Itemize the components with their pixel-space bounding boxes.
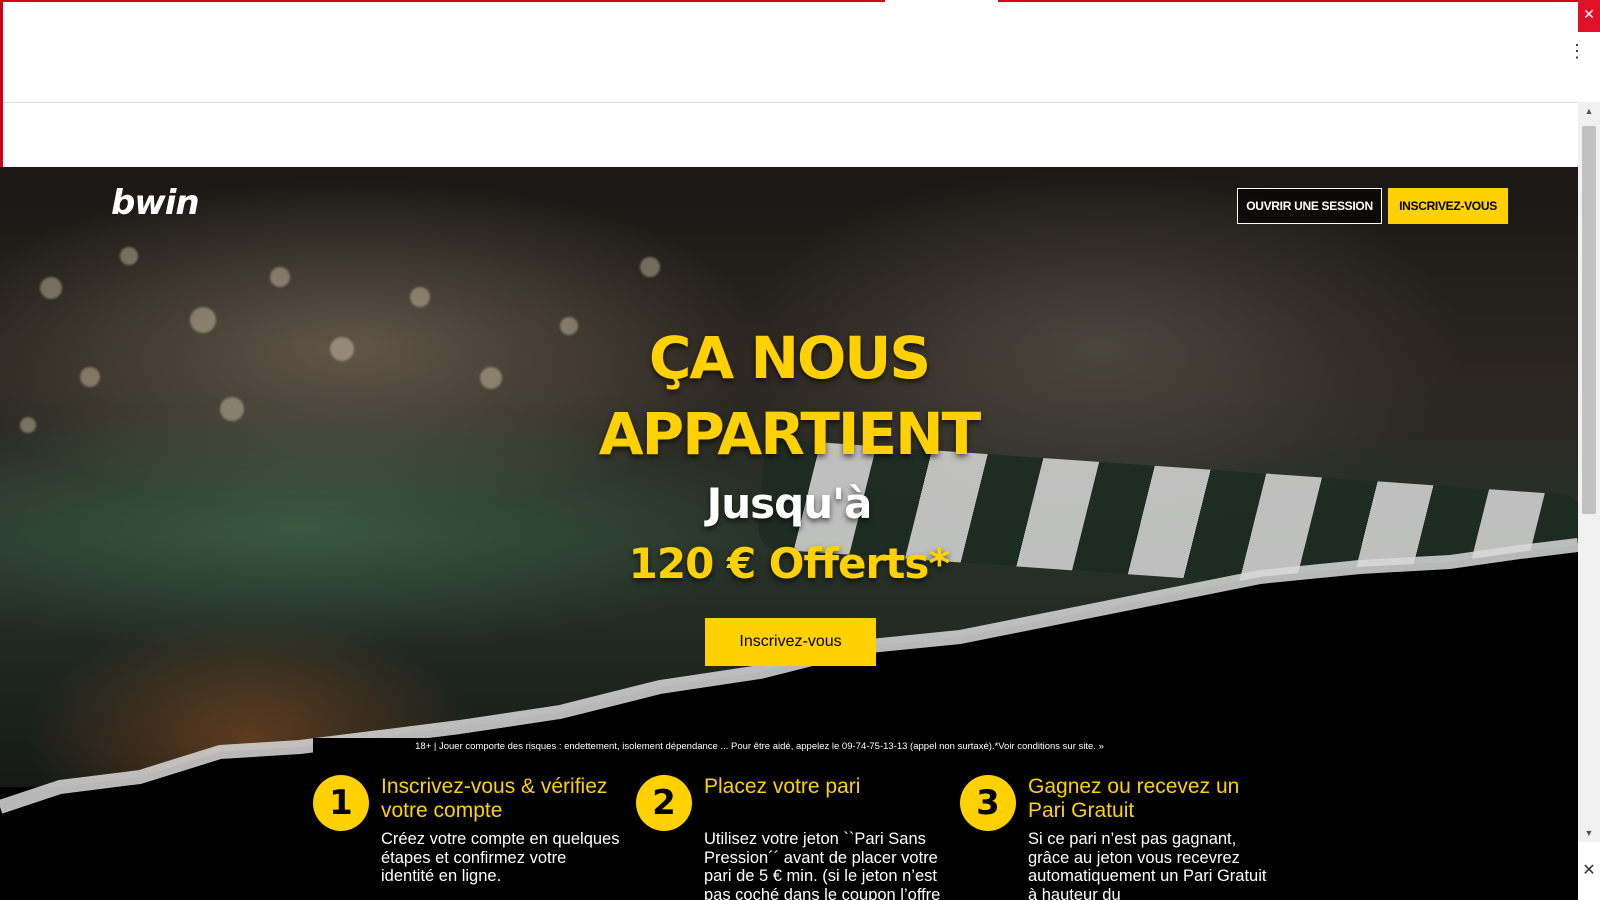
- close-icon[interactable]: ✕: [1578, 860, 1600, 882]
- hero-subline: Jusqu'à: [706, 479, 873, 528]
- close-icon[interactable]: ✕: [1578, 0, 1600, 32]
- scrollbar-thumb[interactable]: [1582, 126, 1596, 514]
- step-number-badge: 3: [960, 775, 1016, 831]
- vertical-scrollbar[interactable]: ▲ ▼: [1578, 102, 1600, 842]
- hero-headline-line2: APPARTIENT: [598, 400, 981, 468]
- step-title: Placez votre pari: [704, 775, 861, 798]
- step-number-badge: 1: [313, 775, 369, 831]
- top-red-line-right: [998, 0, 1600, 2]
- step-description: Utilisez votre jeton ``Pari Sans Pressio…: [704, 830, 941, 900]
- signup-header-button[interactable]: INSCRIVEZ-VOUS: [1388, 188, 1508, 224]
- step-description: Si ce pari n’est pas gagnant, grâce au j…: [1028, 830, 1267, 900]
- more-menu-icon[interactable]: ⋮: [1568, 42, 1586, 60]
- login-button[interactable]: OUVRIR UNE SESSION: [1237, 188, 1382, 224]
- left-red-border: [0, 0, 3, 167]
- scroll-up-arrow-icon[interactable]: ▲: [1578, 102, 1600, 120]
- step-number-badge: 2: [636, 775, 692, 831]
- scroll-down-arrow-icon[interactable]: ▼: [1578, 824, 1600, 842]
- landing-page: bwin OUVRIR UNE SESSION INSCRIVEZ-VOUS Ç…: [0, 167, 1578, 900]
- bwin-logo[interactable]: bwin: [111, 183, 200, 223]
- step-description: Créez votre compte en quelques étapes et…: [381, 830, 620, 885]
- browser-top-area: ✕ ⋮: [0, 0, 1600, 167]
- top-divider: [3, 102, 1578, 103]
- legal-disclaimer: 18+ | Jouer comporte des risques : endet…: [313, 738, 1206, 754]
- hero-headline-line1: ÇA NOUS: [648, 324, 931, 392]
- hero-offer: 120 € Offerts*: [628, 539, 951, 588]
- signup-cta-button[interactable]: Inscrivez-vous: [705, 618, 876, 666]
- step-title: Inscrivez-vous & vérifiez votre compte: [381, 775, 608, 822]
- top-red-line-left: [0, 0, 885, 2]
- step-title: Gagnez ou recevez un Pari Gratuit: [1028, 775, 1240, 822]
